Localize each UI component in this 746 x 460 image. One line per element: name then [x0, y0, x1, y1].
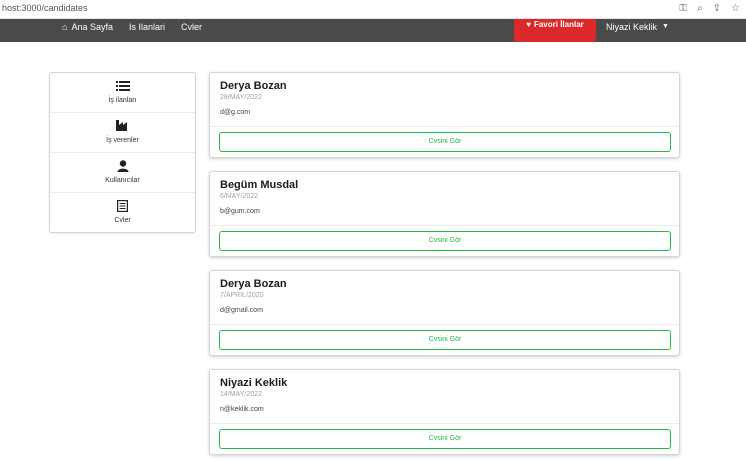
candidate-date: 14/MAY/2022 — [220, 391, 262, 398]
user-dropdown[interactable]: Niyazi Keklik ▼ — [606, 19, 669, 42]
nav-home[interactable]: ⌂ Ana Sayfa — [62, 19, 113, 42]
list-icon — [50, 80, 195, 95]
nav-jobs[interactable]: Is Ilanlari — [129, 19, 165, 42]
nav-jobs-label: Is Ilanlari — [129, 22, 166, 32]
candidate-email: d@g.com — [220, 109, 251, 116]
chevron-down-icon: ▼ — [662, 23, 669, 30]
view-cv-button[interactable]: Cvsini Gör — [219, 132, 671, 152]
view-cv-button[interactable]: Cvsini Gör — [219, 330, 671, 350]
sidebar-item-label: Cvler — [114, 217, 131, 224]
candidate-card: Derya Bozan 7/APRIL/2020 d@gmail.com Cvs… — [209, 270, 680, 356]
heart-icon: ♥ — [526, 20, 531, 29]
top-navbar: ⌂ Ana Sayfa Is Ilanlari Cvler ♥ Favori İ… — [0, 19, 746, 42]
candidate-date: 6/MAY/2022 — [220, 193, 259, 200]
card-divider — [210, 324, 679, 325]
sidebar-item-label: Kullanıcılar — [105, 177, 140, 184]
address-url[interactable]: host:3000/candidates — [2, 3, 88, 13]
candidate-name: Begüm Musdal — [220, 179, 299, 191]
card-divider — [210, 423, 679, 424]
industry-icon — [50, 120, 195, 134]
sidebar-item-jobs[interactable]: İş ilanları — [50, 73, 195, 113]
star-icon[interactable]: ☆ — [731, 2, 740, 16]
candidate-email: b@gum.com — [220, 208, 260, 215]
favorites-button[interactable]: ♥ Favori İlanlar — [514, 19, 596, 42]
browser-address-bar: host:3000/candidates ⚿ ⌕ ⇪ ☆ — [0, 0, 746, 19]
view-cv-button[interactable]: Cvsini Gör — [219, 429, 671, 449]
candidate-card: Derya Bozan 28/MAY/2022 d@g.com Cvsini G… — [209, 72, 680, 158]
candidate-card: Niyazi Keklik 14/MAY/2022 n@keklik.com C… — [209, 369, 680, 455]
card-divider — [210, 225, 679, 226]
candidate-date: 7/APRIL/2020 — [220, 292, 264, 299]
nav-cvs-label: Cvler — [181, 22, 203, 32]
zoom-icon[interactable]: ⌕ — [697, 2, 703, 16]
candidate-name: Derya Bozan — [220, 278, 287, 290]
candidate-email: d@gmail.com — [220, 307, 263, 314]
nav-cvs[interactable]: Cvler — [181, 19, 202, 42]
candidate-email: n@keklik.com — [220, 406, 264, 413]
browser-toolbar-icons: ⚿ ⌕ ⇪ ☆ — [679, 2, 740, 16]
sidebar-item-label: İş ilanları — [108, 97, 137, 104]
user-name: Niyazi Keklik — [606, 22, 658, 32]
home-icon: ⌂ — [62, 22, 68, 32]
view-cv-button[interactable]: Cvsini Gör — [219, 231, 671, 251]
sidebar-item-label: İş verenler — [106, 137, 139, 144]
candidate-card: Begüm Musdal 6/MAY/2022 b@gum.com Cvsini… — [209, 171, 680, 257]
candidate-name: Derya Bozan — [220, 80, 287, 92]
candidate-date: 28/MAY/2022 — [220, 94, 262, 101]
sidebar-item-employers[interactable]: İş verenler — [50, 113, 195, 153]
sidebar-item-cvs[interactable]: Cvler — [50, 193, 195, 233]
cv-icon — [50, 200, 195, 215]
favorites-label: Favori İlanlar — [533, 20, 584, 29]
user-icon — [50, 160, 195, 175]
key-icon[interactable]: ⚿ — [679, 2, 687, 16]
nav-home-label: Ana Sayfa — [71, 22, 113, 32]
candidate-name: Niyazi Keklik — [220, 377, 288, 389]
share-icon[interactable]: ⇪ — [713, 2, 721, 16]
sidebar-menu: İş ilanları İş verenler Kullanıcılar Cvl… — [49, 72, 196, 233]
sidebar-item-users[interactable]: Kullanıcılar — [50, 153, 195, 193]
card-divider — [210, 126, 679, 127]
